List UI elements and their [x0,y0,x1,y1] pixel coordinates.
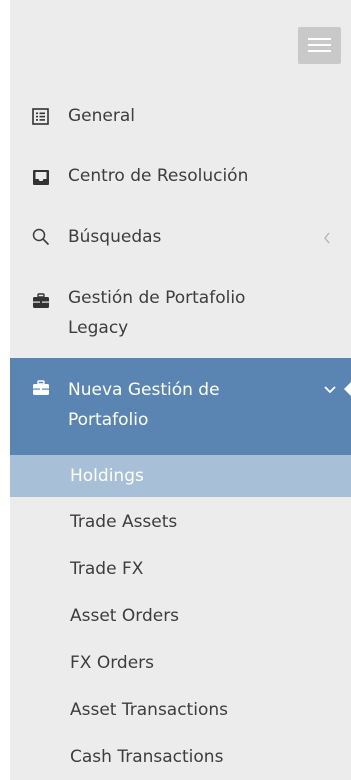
subitem-asset-orders[interactable]: Asset Orders [10,595,351,637]
sidebar-item-label-line2: Legacy [68,318,129,338]
list-alt-icon [32,107,49,133]
menu-toggle-button[interactable] [298,27,341,64]
subitem-label: Trade FX [70,559,144,579]
subitem-holdings[interactable]: Holdings [10,455,351,497]
briefcase-icon [32,291,50,317]
subitem-label: Asset Transactions [70,700,228,720]
subitem-cash-transactions[interactable]: Cash Transactions [10,736,351,778]
active-pointer [344,381,351,397]
subitem-label: Holdings [70,466,144,486]
sidebar-item-general[interactable]: General [10,103,351,133]
sidebar-item-busquedas[interactable]: Búsquedas [10,224,351,254]
inbox-icon [32,168,50,194]
chevron-down-icon [323,380,337,399]
search-icon [32,228,50,254]
subitem-label: Cash Transactions [70,747,224,767]
sidebar-item-label: Centro de Resolución [68,166,249,186]
sidebar-item-label-line1: Gestión de Portafolio [68,288,246,308]
sidebar-item-label-line1: Nueva Gestión de [68,380,220,400]
subitem-label: Trade Assets [70,512,178,532]
subitem-label: Asset Orders [70,606,180,626]
sidebar-item-label: General [68,106,135,126]
chevron-left-icon [323,225,331,253]
subitem-asset-transactions[interactable]: Asset Transactions [10,689,351,731]
briefcase-icon [32,380,50,400]
subitem-trade-assets[interactable]: Trade Assets [10,501,351,543]
sidebar: General Centro de Resolución Búsquedas G… [10,0,351,780]
sidebar-item-centro-de-resolucion[interactable]: Centro de Resolución [10,163,351,193]
subitem-trade-fx[interactable]: Trade FX [10,548,351,590]
subitem-fx-orders[interactable]: FX Orders [10,642,351,684]
sidebar-item-label-line2: Portafolio [68,410,149,430]
subitem-label: FX Orders [70,653,154,673]
sidebar-item-gestion-portafolio-legacy[interactable]: Gestión de Portafolio Legacy [10,285,351,345]
sidebar-item-label: Búsquedas [68,227,162,247]
sidebar-item-nueva-gestion-portafolio[interactable]: Nueva Gestión de Portafolio [10,358,351,468]
